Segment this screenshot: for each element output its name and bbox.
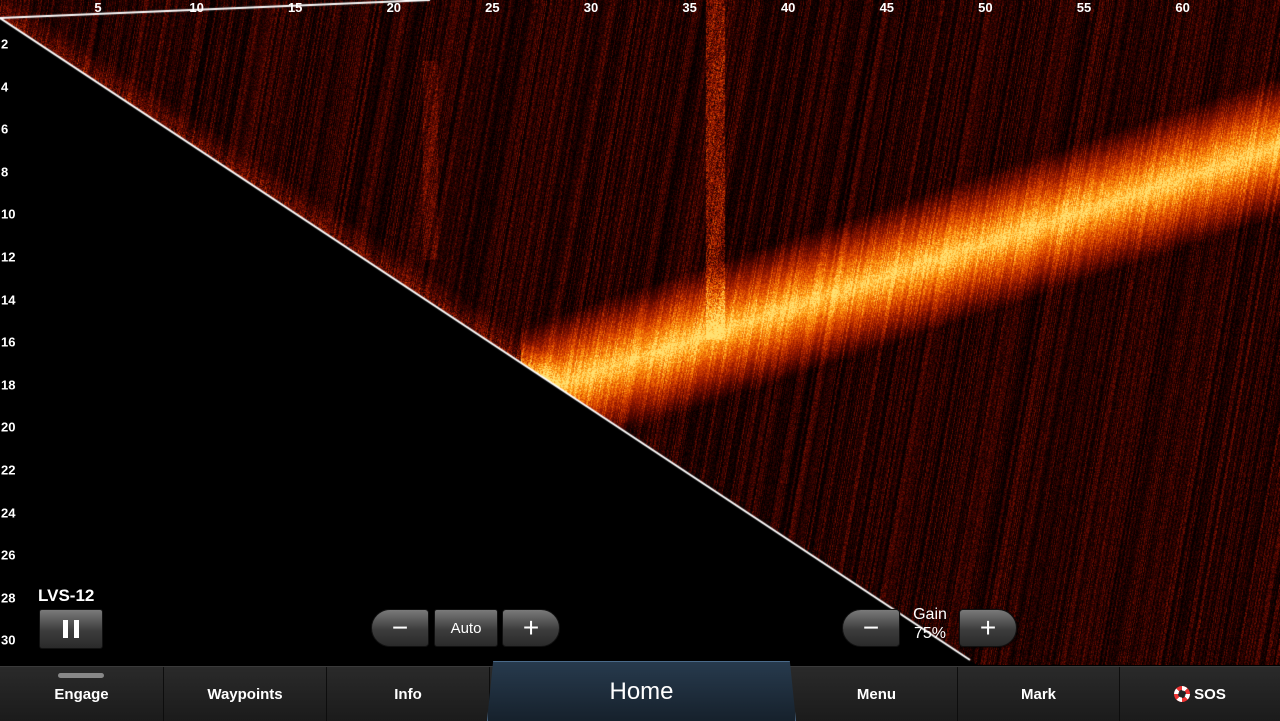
range-tick: 55 bbox=[1076, 0, 1092, 15]
sonar-view[interactable] bbox=[0, 0, 1280, 665]
nav-menu[interactable]: Menu bbox=[796, 667, 958, 721]
gain-readout: Gain 75% bbox=[902, 605, 958, 643]
range-tick: 20 bbox=[386, 0, 402, 15]
nav-info[interactable]: Info bbox=[327, 667, 490, 721]
range-minus-button[interactable]: − bbox=[371, 609, 429, 647]
nav-mark[interactable]: Mark bbox=[958, 667, 1120, 721]
depth-tick: 22 bbox=[1, 462, 16, 478]
pause-icon bbox=[63, 620, 79, 638]
depth-tick: 16 bbox=[1, 334, 16, 350]
nav-sos[interactable]: SOS bbox=[1120, 667, 1280, 721]
nav-engage[interactable]: Engage bbox=[0, 667, 164, 721]
depth-tick: 12 bbox=[1, 249, 16, 265]
gain-label: Gain bbox=[913, 606, 947, 623]
range-tick: 45 bbox=[879, 0, 895, 15]
range-tick: 50 bbox=[978, 0, 993, 15]
range-plus-button[interactable]: + bbox=[502, 609, 560, 647]
depth-tick: 30 bbox=[1, 632, 16, 648]
depth-tick: 28 bbox=[1, 590, 16, 606]
depth-tick: 4 bbox=[1, 79, 9, 95]
nav-engage-label: Engage bbox=[54, 686, 109, 703]
nav-sos-label: SOS bbox=[1194, 685, 1226, 703]
depth-tick: 2 bbox=[1, 36, 9, 52]
range-auto-button[interactable]: Auto bbox=[434, 609, 498, 647]
engage-indicator bbox=[58, 673, 104, 678]
range-tick: 10 bbox=[189, 0, 204, 15]
depth-tick: 6 bbox=[1, 121, 9, 137]
depth-tick: 20 bbox=[1, 419, 16, 435]
depth-tick: 14 bbox=[1, 292, 16, 308]
depth-tick: 10 bbox=[1, 206, 16, 222]
depth-tick: 26 bbox=[1, 547, 16, 563]
gain-minus-button[interactable]: − bbox=[842, 609, 900, 647]
nav-waypoints[interactable]: Waypoints bbox=[164, 667, 327, 721]
range-tick: 60 bbox=[1175, 0, 1190, 15]
range-tick: 15 bbox=[287, 0, 303, 15]
range-tick: 35 bbox=[682, 0, 697, 15]
range-tick: 25 bbox=[485, 0, 500, 15]
transducer-label: LVS-12 bbox=[38, 586, 95, 605]
bottom-nav-bar: Engage Waypoints Info Home Menu Mark SOS bbox=[0, 661, 1280, 721]
range-tick: 30 bbox=[583, 0, 599, 15]
pause-button[interactable] bbox=[39, 609, 103, 649]
gain-plus-button[interactable]: + bbox=[959, 609, 1017, 647]
lifebuoy-icon bbox=[1174, 686, 1191, 702]
range-tick: 5 bbox=[94, 0, 102, 15]
gain-value: 75% bbox=[913, 625, 947, 642]
depth-tick: 24 bbox=[1, 505, 16, 521]
range-tick: 40 bbox=[780, 0, 796, 15]
depth-tick: 8 bbox=[1, 164, 9, 180]
depth-tick: 18 bbox=[1, 377, 16, 393]
nav-home[interactable]: Home bbox=[487, 661, 796, 721]
